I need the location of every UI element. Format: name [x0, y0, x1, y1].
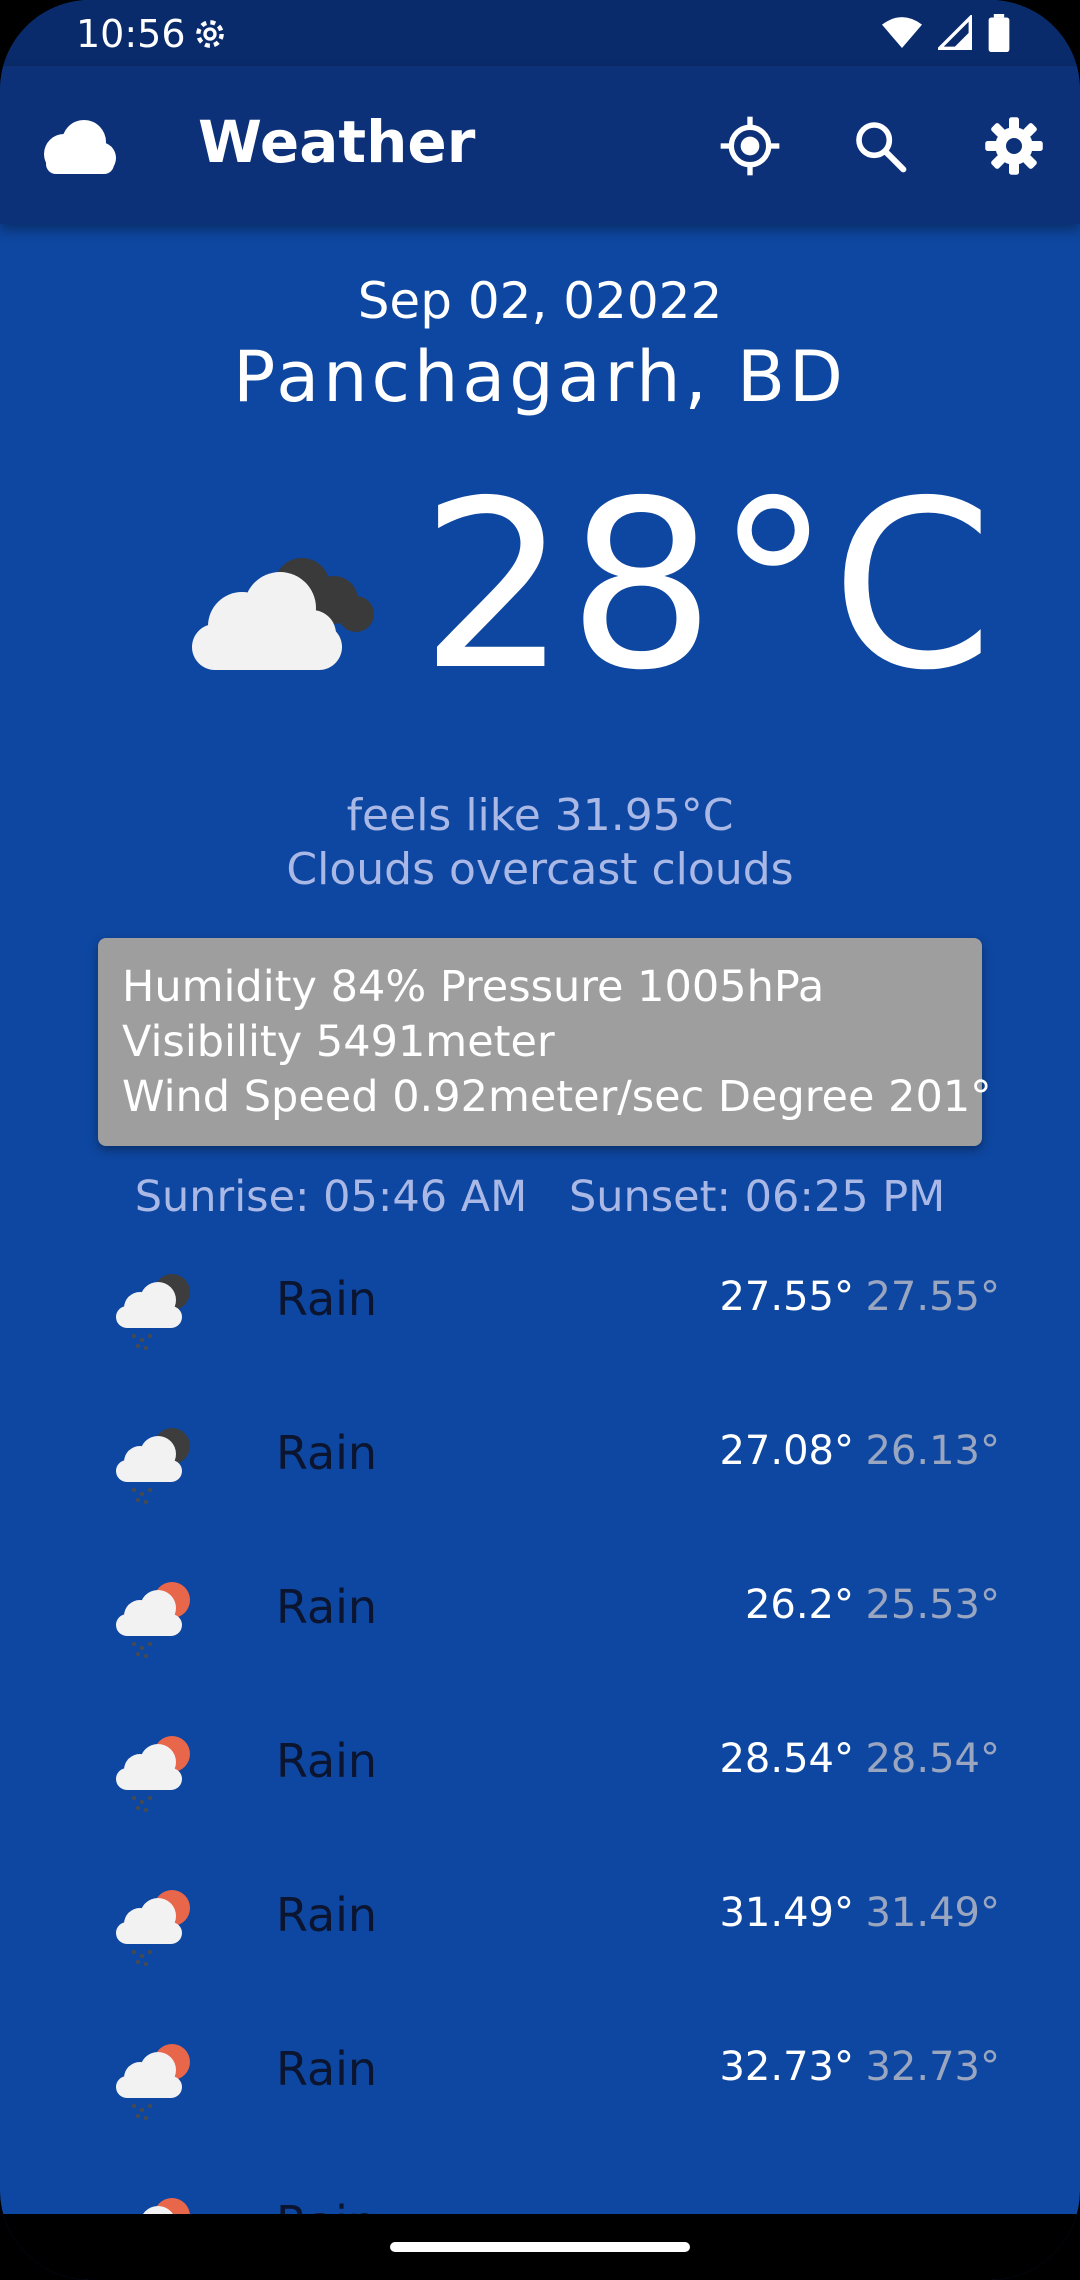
forecast-label: Rain: [276, 1734, 378, 1788]
forecast-high: 27.08°: [719, 1428, 854, 1474]
cloud-overcast-icon: [192, 558, 374, 670]
weather-description: Clouds overcast clouds: [286, 844, 794, 895]
rain-day-icon: [116, 1582, 190, 1658]
status-time: 10:56: [76, 12, 186, 56]
rain-day-icon: [116, 2044, 190, 2120]
app-title: Weather: [198, 108, 476, 176]
forecast-high: 31.49°: [719, 1890, 854, 1936]
rain-night-icon: [116, 1274, 190, 1350]
rain-day-icon: [116, 1736, 190, 1812]
forecast-label: Rain: [276, 1426, 378, 1480]
settings-button[interactable]: [980, 112, 1048, 180]
forecast-row[interactable]: Rain 27.08° 26.13°: [0, 1404, 1080, 1558]
forecast-row[interactable]: Rain 32.73° 32.73°: [0, 2020, 1080, 2174]
settings-notification-icon: [196, 20, 224, 48]
cell-signal-icon: [938, 15, 972, 50]
forecast-label: Rain: [276, 1580, 378, 1634]
forecast-low: 26.13°: [865, 1428, 1000, 1474]
forecast-label: Rain: [276, 1888, 378, 1942]
current-temperature: 28°C: [420, 451, 994, 721]
status-bar: 10:56: [0, 0, 1080, 66]
my-location-button[interactable]: [716, 112, 784, 180]
forecast-label: Rain: [276, 1272, 378, 1326]
forecast-row[interactable]: Rain 27.55° 27.55°: [0, 1250, 1080, 1404]
search-icon: [856, 122, 907, 173]
phone-screen: 10:56 Weather Sep 02, 02022 Panchagarh, …: [0, 0, 1080, 2280]
forecast-low: 25.53°: [865, 1582, 1000, 1628]
sunrise-label: Sunrise: 05:46 AM: [134, 1172, 528, 1222]
app-bar: Weather: [0, 66, 1080, 224]
rain-night-icon: [116, 1428, 190, 1504]
cloud-logo-icon: [44, 120, 116, 174]
forecast-high: 26.2°: [744, 1582, 854, 1628]
wind-text: Wind Speed 0.92meter/sec Degree 201°: [122, 1072, 992, 1122]
home-gesture-handle[interactable]: [390, 2242, 690, 2252]
date-label: Sep 02, 02022: [357, 272, 723, 330]
navigation-bar: [0, 2214, 1080, 2280]
search-button[interactable]: [846, 112, 914, 180]
forecast-low: 27.55°: [865, 1274, 1000, 1320]
forecast-row[interactable]: Rain 31.49° 31.49°: [0, 1866, 1080, 2020]
forecast-low: 28.54°: [865, 1736, 1000, 1782]
humidity-pressure-text: Humidity 84% Pressure 1005hPa: [122, 962, 825, 1012]
forecast-low: 32.73°: [865, 2044, 1000, 2090]
status-icons: [882, 14, 1010, 52]
forecast-high: 27.55°: [719, 1274, 854, 1320]
gear-icon: [985, 117, 1043, 175]
feels-like-label: feels like 31.95°C: [346, 790, 734, 841]
forecast-label: Rain: [276, 2042, 378, 2096]
forecast-high: 32.73°: [719, 2044, 854, 2090]
visibility-text: Visibility 5491meter: [122, 1017, 555, 1067]
rain-day-icon: [116, 1890, 190, 1966]
battery-icon: [988, 14, 1010, 52]
location-label: Panchagarh, BD: [233, 336, 847, 418]
forecast-low: 31.49°: [865, 1890, 1000, 1936]
location-target-icon: [720, 116, 780, 176]
details-card: Humidity 84% Pressure 1005hPa Visibility…: [98, 938, 992, 1146]
forecast-row[interactable]: Rain 28.54° 28.54°: [0, 1712, 1080, 1866]
wifi-icon: [882, 17, 922, 48]
forecast-high: 28.54°: [719, 1736, 854, 1782]
sun-times: Sunrise: 05:46 AM Sunset: 06:25 PM: [0, 1172, 1080, 1222]
forecast-row[interactable]: Rain 26.2° 25.53°: [0, 1558, 1080, 1712]
sunset-label: Sunset: 06:25 PM: [568, 1172, 946, 1222]
